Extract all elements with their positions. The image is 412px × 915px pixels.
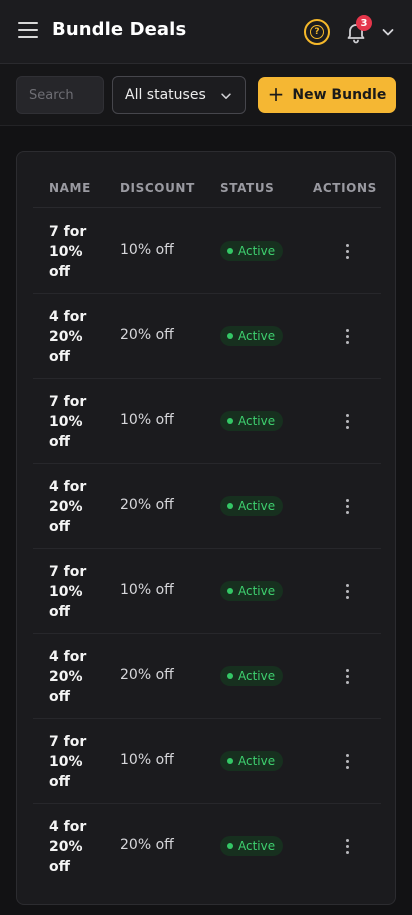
table-row[interactable]: 7 for 10% off 10% off Active xyxy=(33,209,381,294)
status-label: Active xyxy=(238,244,276,258)
chevron-down-icon xyxy=(221,93,231,99)
table-row[interactable]: 4 for 20% off 20% off Active xyxy=(33,294,381,379)
status-dot-icon xyxy=(227,418,233,424)
table-row[interactable]: 7 for 10% off 10% off Active xyxy=(33,549,381,634)
column-header-actions: ACTIONS xyxy=(313,181,377,195)
bundle-name[interactable]: 4 for 20% off xyxy=(49,647,101,707)
more-actions-icon[interactable] xyxy=(339,411,355,431)
more-actions-icon[interactable] xyxy=(339,836,355,856)
status-badge: Active xyxy=(220,666,284,686)
status-filter-value: All statuses xyxy=(125,87,206,103)
table-header: NAME DISCOUNT STATUS ACTIONS xyxy=(33,172,381,208)
status-label: Active xyxy=(238,754,276,768)
table-body: 7 for 10% off 10% off Active 4 for 20% o… xyxy=(33,209,381,889)
column-header-discount[interactable]: DISCOUNT xyxy=(120,181,195,195)
more-actions-icon[interactable] xyxy=(339,326,355,346)
status-badge: Active xyxy=(220,751,284,771)
status-label: Active xyxy=(238,414,276,428)
bundles-table-card: NAME DISCOUNT STATUS ACTIONS 7 for 10% o… xyxy=(16,151,396,905)
bundle-name[interactable]: 7 for 10% off xyxy=(49,562,101,622)
status-dot-icon xyxy=(227,333,233,339)
status-label: Active xyxy=(238,329,276,343)
status-dot-icon xyxy=(227,588,233,594)
status-filter-select[interactable]: All statuses xyxy=(112,76,246,114)
more-actions-icon[interactable] xyxy=(339,581,355,601)
status-dot-icon xyxy=(227,503,233,509)
status-dot-icon xyxy=(227,673,233,679)
status-badge: Active xyxy=(220,496,284,516)
page-title: Bundle Deals xyxy=(52,19,187,40)
top-app-bar: Bundle Deals ? 3 xyxy=(0,0,412,64)
status-label: Active xyxy=(238,839,276,853)
status-dot-icon xyxy=(227,758,233,764)
status-badge: Active xyxy=(220,326,284,346)
help-button[interactable]: ? xyxy=(304,19,330,45)
status-dot-icon xyxy=(227,248,233,254)
table-row[interactable]: 4 for 20% off 20% off Active xyxy=(33,634,381,719)
bundle-name[interactable]: 7 for 10% off xyxy=(49,222,101,282)
bundle-name[interactable]: 7 for 10% off xyxy=(49,732,101,792)
hamburger-menu-icon[interactable] xyxy=(18,22,38,42)
bundle-discount: 10% off xyxy=(120,752,174,768)
search-input[interactable] xyxy=(16,76,104,114)
bundle-discount: 10% off xyxy=(120,242,174,258)
new-bundle-button[interactable]: + New Bundle xyxy=(258,77,396,113)
question-circle-icon: ? xyxy=(310,25,324,39)
bundle-discount: 20% off xyxy=(120,667,174,683)
status-label: Active xyxy=(238,584,276,598)
more-actions-icon[interactable] xyxy=(339,751,355,771)
bundle-name[interactable]: 7 for 10% off xyxy=(49,392,101,452)
bundle-discount: 10% off xyxy=(120,412,174,428)
table-row[interactable]: 7 for 10% off 10% off Active xyxy=(33,719,381,804)
more-actions-icon[interactable] xyxy=(339,241,355,261)
status-badge: Active xyxy=(220,241,284,261)
bundle-discount: 20% off xyxy=(120,497,174,513)
bundle-name[interactable]: 4 for 20% off xyxy=(49,477,101,537)
more-actions-icon[interactable] xyxy=(339,666,355,686)
table-row[interactable]: 4 for 20% off 20% off Active xyxy=(33,804,381,889)
table-row[interactable]: 4 for 20% off 20% off Active xyxy=(33,464,381,549)
bundle-discount: 10% off xyxy=(120,582,174,598)
table-row[interactable]: 7 for 10% off 10% off Active xyxy=(33,379,381,464)
column-header-name[interactable]: NAME xyxy=(49,181,91,195)
status-badge: Active xyxy=(220,836,284,856)
more-actions-icon[interactable] xyxy=(339,496,355,516)
bundle-discount: 20% off xyxy=(120,327,174,343)
bundle-discount: 20% off xyxy=(120,837,174,853)
status-dot-icon xyxy=(227,843,233,849)
filter-toolbar: All statuses + New Bundle xyxy=(0,64,412,126)
notification-count-badge: 3 xyxy=(356,15,372,31)
status-label: Active xyxy=(238,669,276,683)
column-header-status[interactable]: STATUS xyxy=(220,181,274,195)
bundle-name[interactable]: 4 for 20% off xyxy=(49,817,101,877)
plus-icon: + xyxy=(267,82,285,106)
new-bundle-label: New Bundle xyxy=(292,87,387,103)
bundle-name[interactable]: 4 for 20% off xyxy=(49,307,101,367)
status-badge: Active xyxy=(220,411,284,431)
status-label: Active xyxy=(238,499,276,513)
status-badge: Active xyxy=(220,581,284,601)
chevron-down-icon[interactable] xyxy=(380,24,396,40)
